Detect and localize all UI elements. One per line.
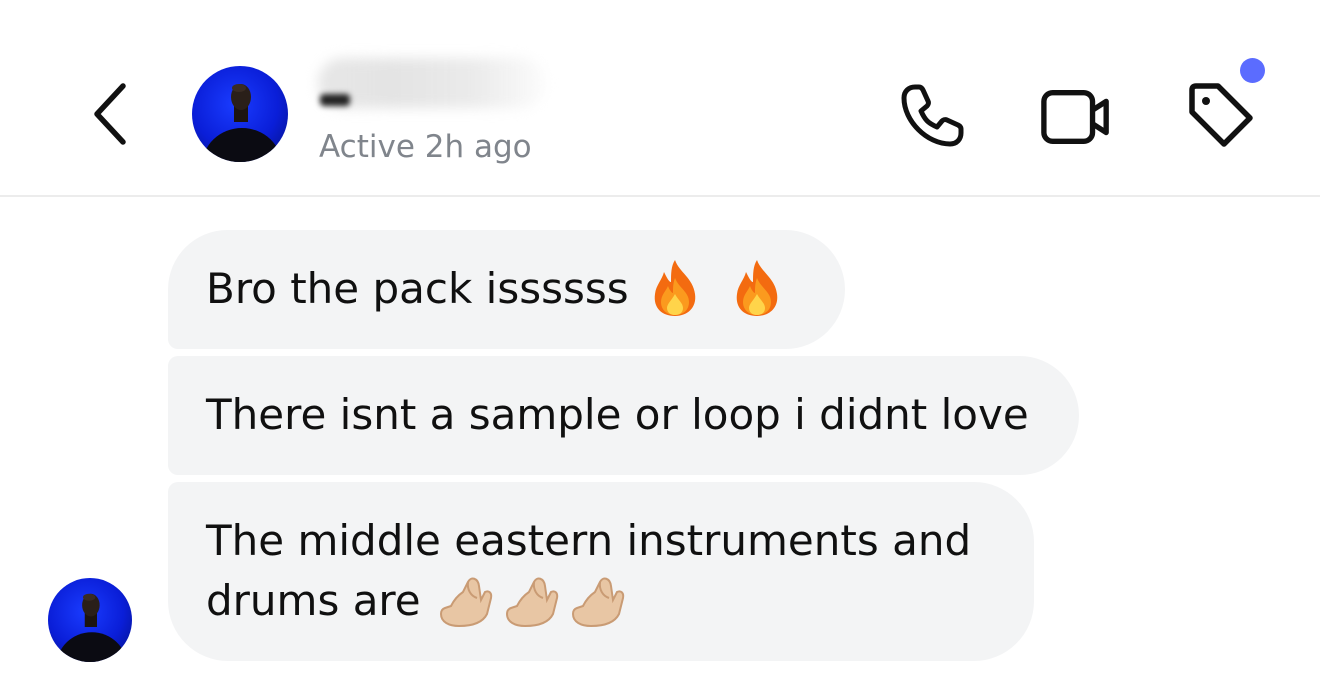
fire-emoji-icon: [649, 258, 701, 318]
video-camera-icon: [1041, 89, 1109, 144]
contact-avatar[interactable]: [192, 66, 288, 162]
message-text: There isnt a sample or loop i didnt love: [206, 390, 1029, 439]
person-silhouette-icon: [202, 84, 282, 162]
message-text-line: The middle eastern instruments and: [206, 516, 972, 565]
chevron-left-icon: [94, 83, 126, 145]
direct-message-thread: Active 2h ago Bro the pack issssss There…: [0, 0, 1320, 699]
redaction-mark: [320, 94, 350, 106]
contact-name-redacted[interactable]: [318, 58, 546, 108]
pinched-fingers-emoji-icon: [569, 570, 629, 630]
pinched-fingers-emoji-icon: [503, 570, 563, 630]
message-text: Bro the pack issssss: [206, 264, 629, 313]
message-bubble[interactable]: The middle eastern instruments and drums…: [168, 482, 1034, 661]
phone-icon: [901, 84, 964, 147]
message-text: drums are: [206, 576, 421, 625]
chat-header: Active 2h ago: [0, 0, 1320, 197]
fire-emoji-icon: [731, 258, 783, 318]
back-button[interactable]: [82, 78, 136, 150]
tag-icon: [1189, 83, 1253, 147]
video-call-button[interactable]: [1040, 80, 1112, 152]
message-bubble[interactable]: Bro the pack issssss: [168, 230, 845, 349]
sender-avatar[interactable]: [48, 578, 132, 662]
message-bubble[interactable]: There isnt a sample or loop i didnt love: [168, 356, 1079, 475]
tag-button[interactable]: [1184, 80, 1256, 152]
message-text-line-2: drums are: [206, 571, 1034, 634]
pinched-fingers-emoji-icon: [437, 570, 497, 630]
notification-dot: [1240, 58, 1265, 83]
active-status: Active 2h ago: [319, 129, 532, 165]
person-silhouette-icon: [56, 593, 127, 662]
call-button[interactable]: [896, 80, 968, 152]
